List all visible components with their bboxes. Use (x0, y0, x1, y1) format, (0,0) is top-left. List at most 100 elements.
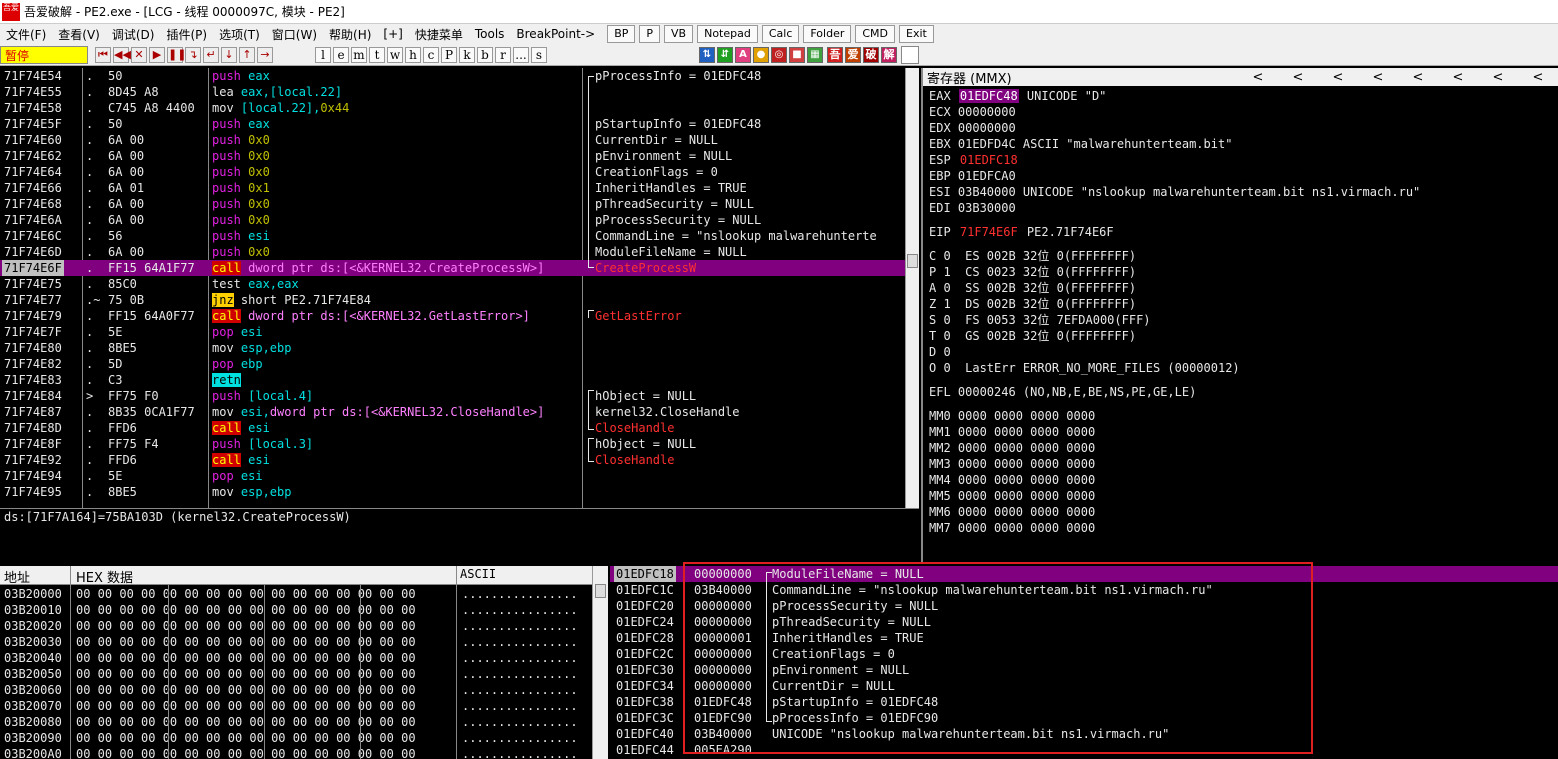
menu-item[interactable]: 窗口(W) (266, 26, 323, 43)
memory-dump-panel[interactable]: 地址 HEX 数据 ASCII 03B20000 00 00 00 00 00 0… (0, 566, 592, 759)
scroll-thumb[interactable] (907, 254, 918, 268)
window-button-3[interactable]: t (369, 46, 385, 63)
debug-tool-icon[interactable]: ❚❚ (167, 46, 186, 63)
quick-button-bp[interactable]: BP (607, 25, 636, 43)
target-icon[interactable]: ◎ (771, 46, 787, 63)
window-button-9[interactable]: b (477, 46, 493, 63)
nav-arrow-icon[interactable]: < (1318, 70, 1358, 85)
debug-tool-icon[interactable]: ↓ (221, 46, 237, 63)
window-button-4[interactable]: w (387, 46, 403, 63)
register-row[interactable]: MM5 0000 0000 0000 0000 (928, 488, 1096, 504)
quick-button-vb[interactable]: VB (664, 25, 694, 43)
debug-tool-icon[interactable]: ↵ (203, 46, 219, 63)
nav-arrow-icon[interactable]: < (1238, 70, 1278, 85)
debug-tool-icon[interactable]: ↑ (239, 46, 255, 63)
register-row[interactable]: MM4 0000 0000 0000 0000 (928, 472, 1096, 488)
debug-tool-icon[interactable]: ↴ (185, 46, 201, 63)
disasm-row[interactable]: 71F74E94. 5E pop esi (0, 468, 905, 484)
brand-icon[interactable]: 解 (881, 46, 897, 63)
disassembly-panel[interactable]: 71F74E54. 50 push eax pProcessInfo = 01EDFC… (0, 68, 905, 508)
disasm-row[interactable]: 71F74E54. 50 push eax pProcessInfo = 01EDFC… (0, 68, 905, 84)
register-row[interactable]: D 0 (928, 344, 952, 360)
dump-scrollbar[interactable] (592, 566, 608, 759)
nav-arrow-icon[interactable]: < (1438, 70, 1478, 85)
register-row[interactable]: S 0 FS 0053 32位 7EFDA000(FFF) (928, 312, 1152, 328)
nav-arrow-icon[interactable]: < (1478, 70, 1518, 85)
brand-icon[interactable]: 破 (863, 46, 879, 63)
nav-arrow-icon[interactable]: < (1278, 70, 1318, 85)
menu-item[interactable]: 帮助(H) (323, 26, 377, 43)
disasm-row[interactable]: 71F74E6A. 6A 00 push 0x0 pProcessSecurity =… (0, 212, 905, 228)
window-button-6[interactable]: c (423, 46, 439, 63)
quick-button-notepad[interactable]: Notepad (697, 25, 758, 43)
disassembly-scrollbar[interactable] (905, 68, 919, 508)
quick-button-folder[interactable]: Folder (803, 25, 852, 43)
disasm-row[interactable]: 71F74E62. 6A 00 push 0x0 pEnvironment = NUL… (0, 148, 905, 164)
window-button-11[interactable]: ... (513, 46, 529, 63)
menu-item[interactable]: 插件(P) (160, 26, 213, 43)
register-row[interactable]: A 0 SS 002B 32位 0(FFFFFFFF) (928, 280, 1137, 296)
register-row[interactable]: EBX 01EDFD4C ASCII "malwarehunterteam.bi… (928, 136, 1233, 152)
disasm-row[interactable]: 71F74E60. 6A 00 push 0x0 CurrentDir = NULL (0, 132, 905, 148)
register-row[interactable]: EDX 00000000 (928, 120, 1017, 136)
quick-button-exit[interactable]: Exit (899, 25, 934, 43)
disasm-row[interactable]: 71F74E7F. 5E pop esi (0, 324, 905, 340)
register-row[interactable]: MM7 0000 0000 0000 0000 (928, 520, 1096, 536)
disasm-row[interactable]: 71F74E8D. FFD6 call esi CloseHandle (0, 420, 905, 436)
disasm-row[interactable]: 71F74E6F. FF15 64A1F77 call dword ptr ds:[… (0, 260, 905, 276)
window-button-10[interactable]: r (495, 46, 511, 63)
window-button-5[interactable]: h (405, 46, 421, 63)
menu-item[interactable]: BreakPoint-> (510, 27, 601, 41)
register-row[interactable]: P 1 CS 0023 32位 0(FFFFFFFF) (928, 264, 1137, 280)
disasm-row[interactable]: 71F74E58. C745 A8 4400 mov [local.22],0x44 (0, 100, 905, 116)
register-row[interactable]: T 0 GS 002B 32位 0(FFFFFFFF) (928, 328, 1137, 344)
window-button-2[interactable]: m (351, 46, 367, 63)
disasm-row[interactable]: 71F74E82. 5D pop ebp (0, 356, 905, 372)
disasm-row[interactable]: 71F74E95. 8BE5 mov esp,ebp (0, 484, 905, 500)
menu-item[interactable]: 调试(D) (106, 26, 161, 43)
disasm-row[interactable]: 71F74E80. 8BE5 mov esp,ebp (0, 340, 905, 356)
brand-icon[interactable]: 爱 (845, 46, 861, 63)
register-row[interactable]: MM2 0000 0000 0000 0000 (928, 440, 1096, 456)
register-row[interactable]: EAX 01EDFC48 UNICODE "D" (928, 88, 1107, 104)
disasm-row[interactable]: 71F74E87. 8B35 0CA1F77 mov esi,dword ptr d… (0, 404, 905, 420)
disasm-row[interactable]: 71F74E5F. 50 push eax pStartupInfo = 01EDFC… (0, 116, 905, 132)
debug-tool-icon[interactable]: ✕ (131, 46, 147, 63)
disasm-row[interactable]: 71F74E68. 6A 00 push 0x0 pThreadSecurity = … (0, 196, 905, 212)
window-button-7[interactable]: P (441, 46, 457, 63)
disasm-row[interactable]: 71F74E6D. 6A 00 push 0x0 ModuleFileName = N… (0, 244, 905, 260)
menu-item[interactable]: 快捷菜单 (409, 26, 469, 43)
disasm-row[interactable]: 71F74E6C. 56 push esi CommandLine = "nslook… (0, 228, 905, 244)
disasm-row[interactable]: 71F74E83. C3 retn (0, 372, 905, 388)
quick-button-p[interactable]: P (639, 25, 661, 43)
disasm-row[interactable]: 71F74E64. 6A 00 push 0x0 CreationFlags = 0 (0, 164, 905, 180)
register-row[interactable]: ESP 01EDFC18 (928, 152, 1019, 168)
register-row[interactable]: EFL 00000246 (NO,NB,E,BE,NS,PE,GE,LE) (928, 384, 1197, 400)
stop-icon[interactable]: ■ (789, 46, 805, 63)
chip-icon[interactable]: ▦ (807, 46, 823, 63)
register-row[interactable]: MM0 0000 0000 0000 0000 (928, 408, 1096, 424)
disasm-row[interactable]: 71F74E8F. FF75 F4 push [local.3] hObject = … (0, 436, 905, 452)
menu-item[interactable]: 选项(T) (213, 26, 266, 43)
quick-button-cmd[interactable]: CMD (855, 25, 896, 43)
scroll-thumb[interactable] (595, 584, 606, 598)
disasm-row[interactable]: 71F74E75. 85C0 test eax,eax (0, 276, 905, 292)
nav-arrow-icon[interactable]: < (1398, 70, 1438, 85)
window-button-1[interactable]: e (333, 46, 349, 63)
nav-arrow-icon[interactable]: < (1518, 70, 1558, 85)
register-row[interactable]: EIP 71F74E6F PE2.71F74E6F (928, 224, 1115, 240)
register-row[interactable]: MM3 0000 0000 0000 0000 (928, 456, 1096, 472)
register-row[interactable]: Z 1 DS 002B 32位 0(FFFFFFFF) (928, 296, 1137, 312)
window-button-0[interactable]: l (315, 46, 331, 63)
circle-icon[interactable]: ● (753, 46, 769, 63)
register-row[interactable]: C 0 ES 002B 32位 0(FFFFFFFF) (928, 248, 1137, 264)
menu-item[interactable]: 查看(V) (52, 26, 106, 43)
register-row[interactable]: MM6 0000 0000 0000 0000 (928, 504, 1096, 520)
refresh-icon[interactable]: ⇅ (699, 46, 715, 63)
window-button-8[interactable]: k (459, 46, 475, 63)
quick-button-calc[interactable]: Calc (761, 25, 800, 43)
disasm-row[interactable]: 71F74E77 .~ 75 0B jnz short PE2.71F74E84 (0, 292, 905, 308)
menu-item[interactable]: 文件(F) (0, 26, 52, 43)
disasm-row[interactable]: 71F74E55. 8D45 A8 lea eax,[local.22] (0, 84, 905, 100)
debug-tool-icon[interactable]: ▶ (149, 46, 165, 63)
